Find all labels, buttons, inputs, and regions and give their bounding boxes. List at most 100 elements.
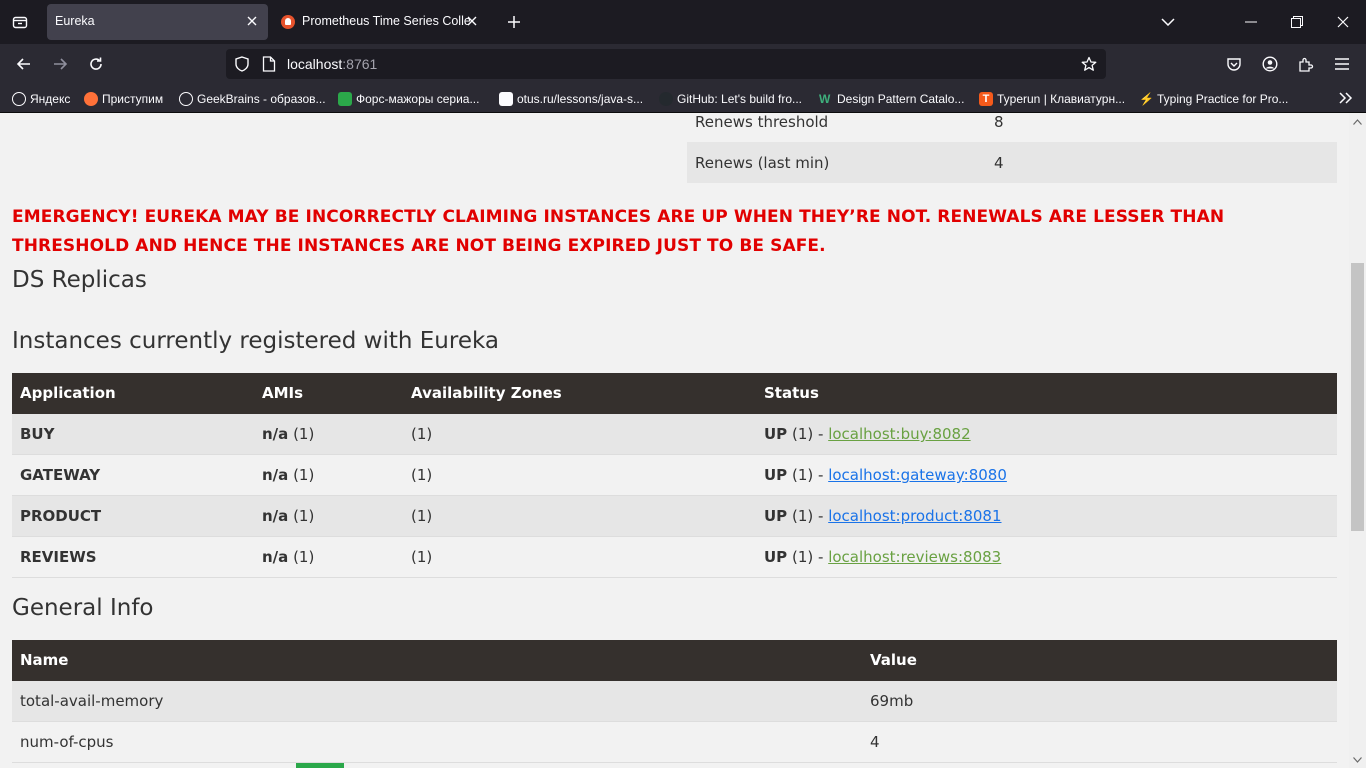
lease-value: 4 [994,153,1004,172]
status-value: UP [764,466,788,484]
url-text[interactable]: localhost:8761 [287,56,377,72]
bookmarks-toolbar: Яндекс Приступим GeekBrains - образов...… [0,84,1366,113]
new-tab-button[interactable] [503,11,525,33]
instances-table: Application AMIs Availability Zones Stat… [12,373,1337,578]
bookmark-force-majeure[interactable]: Форс-мажоры сериа... [338,90,479,108]
progress-indicator [296,763,344,768]
scroll-thumb[interactable] [1351,263,1364,531]
scroll-up-arrow-icon[interactable] [1352,116,1363,127]
zones-cell: (1) [411,548,433,566]
status-count: (1) - [791,466,824,484]
forward-arrow-icon[interactable] [48,52,72,76]
list-all-tabs-icon[interactable] [1145,0,1191,44]
bookmark-otus[interactable]: otus.ru/lessons/java-s... [499,90,643,108]
menu-icon[interactable] [1330,52,1354,76]
minimize-button[interactable] [1228,0,1274,44]
close-icon[interactable] [244,13,260,29]
tab-prometheus[interactable]: Prometheus Time Series Collect [272,4,488,40]
bookmark-label: Форс-мажоры сериа... [356,92,480,106]
ds-replicas-heading: DS Replicas [12,267,147,293]
tab-list-icon[interactable] [8,10,32,34]
bookmark-typerun[interactable]: T Typerun | Клавиатурн... [979,90,1125,108]
status-cell: UP (1) - localhost:buy:8082 [764,425,971,443]
firefox-icon [84,92,98,106]
status-cell: UP (1) - localhost:product:8081 [764,507,1002,525]
status-count: (1) - [791,425,824,443]
refactoring-icon: W [819,92,831,106]
bookmark-yandex[interactable]: Яндекс [12,90,70,108]
app-name: GATEWAY [20,466,101,484]
instance-link[interactable]: localhost:product:8081 [828,507,1001,525]
column-header: Status [764,384,819,402]
vertical-scrollbar[interactable] [1349,113,1366,768]
status-count: (1) - [791,548,824,566]
bookmark-pristupim[interactable]: Приступим [84,90,163,108]
url-bar[interactable]: localhost:8761 [226,49,1106,79]
extensions-icon[interactable] [1294,52,1318,76]
scroll-down-arrow-icon[interactable] [1352,754,1363,765]
info-value: 4 [870,733,880,751]
info-name: num-of-cpus [20,733,114,751]
status-count: (1) - [791,507,824,525]
instance-link[interactable]: localhost:gateway:8080 [828,466,1007,484]
ami-count: (1) [293,425,315,443]
bookmark-label: Typerun | Клавиатурн... [997,92,1126,106]
bookmark-label: Design Pattern Catalo... [837,92,965,106]
table-row: REVIEWS n/a (1) (1) UP (1) - localhost:r… [12,537,1337,578]
close-window-button[interactable] [1320,0,1366,44]
geekbrains-icon [179,92,193,106]
zones-cell: (1) [411,425,433,443]
instance-link[interactable]: localhost:buy:8082 [828,425,970,443]
chevron-double-right-icon[interactable] [1334,86,1358,110]
page-icon[interactable] [257,52,281,76]
table-row: total-avail-memory 69mb [12,681,1337,722]
hd-icon [338,92,352,106]
status-value: UP [764,548,788,566]
ami-value: n/a [262,425,289,443]
tab-bar: Eureka Prometheus Time Series Collect [0,0,1366,44]
ami-count: (1) [293,466,315,484]
bookmark-label: otus.ru/lessons/java-s... [517,92,644,106]
restore-button[interactable] [1274,0,1320,44]
app-name: PRODUCT [20,507,102,525]
tab-eureka[interactable]: Eureka [47,4,268,40]
lease-name: Renews threshold [695,113,829,131]
typerun-icon: T [979,92,993,106]
ami-cell: n/a (1) [262,548,314,566]
ami-cell: n/a (1) [262,507,314,525]
shield-icon[interactable] [230,52,254,76]
ami-count: (1) [293,507,315,525]
ami-value: n/a [262,507,289,525]
info-value: 69mb [870,692,914,710]
bookmark-label: GeekBrains - образов... [197,92,326,106]
status-value: UP [764,425,788,443]
instances-heading: Instances currently registered with Eure… [12,328,499,354]
column-header: Application [20,384,116,402]
account-icon[interactable] [1258,52,1282,76]
close-icon[interactable] [464,13,480,29]
bookmark-label: Приступим [102,92,164,106]
tab-title: Eureka [55,14,95,28]
lightning-icon: ⚡ [1139,92,1154,106]
bookmark-design-pattern[interactable]: W Design Pattern Catalo... [819,90,964,108]
reload-icon[interactable] [84,52,108,76]
pocket-icon[interactable] [1222,52,1246,76]
bookmark-github[interactable]: GitHub: Let's build fro... [659,90,802,108]
table-row: num-of-cpus 4 [12,722,1337,763]
bookmark-typing-practice[interactable]: ⚡ Typing Practice for Pro... [1139,90,1288,108]
instance-link[interactable]: localhost:reviews:8083 [828,548,1001,566]
star-icon[interactable] [1077,52,1101,76]
ami-cell: n/a (1) [262,466,314,484]
back-arrow-icon[interactable] [12,52,36,76]
bookmark-label: GitHub: Let's build fro... [677,92,803,106]
prometheus-icon [281,15,295,29]
table-row: BUY n/a (1) (1) UP (1) - localhost:buy:8… [12,414,1337,455]
github-icon [659,92,673,106]
bookmark-label: Яндекс [30,92,71,106]
bookmark-geekbrains[interactable]: GeekBrains - образов... [179,90,326,108]
status-cell: UP (1) - localhost:reviews:8083 [764,548,1001,566]
app-name: BUY [20,425,55,443]
general-info-table: Name Value total-avail-memory 69mb num-o… [12,640,1337,763]
lease-row: Renews (last min) 4 [687,142,1337,183]
tab-title: Prometheus Time Series Collect [302,14,470,28]
